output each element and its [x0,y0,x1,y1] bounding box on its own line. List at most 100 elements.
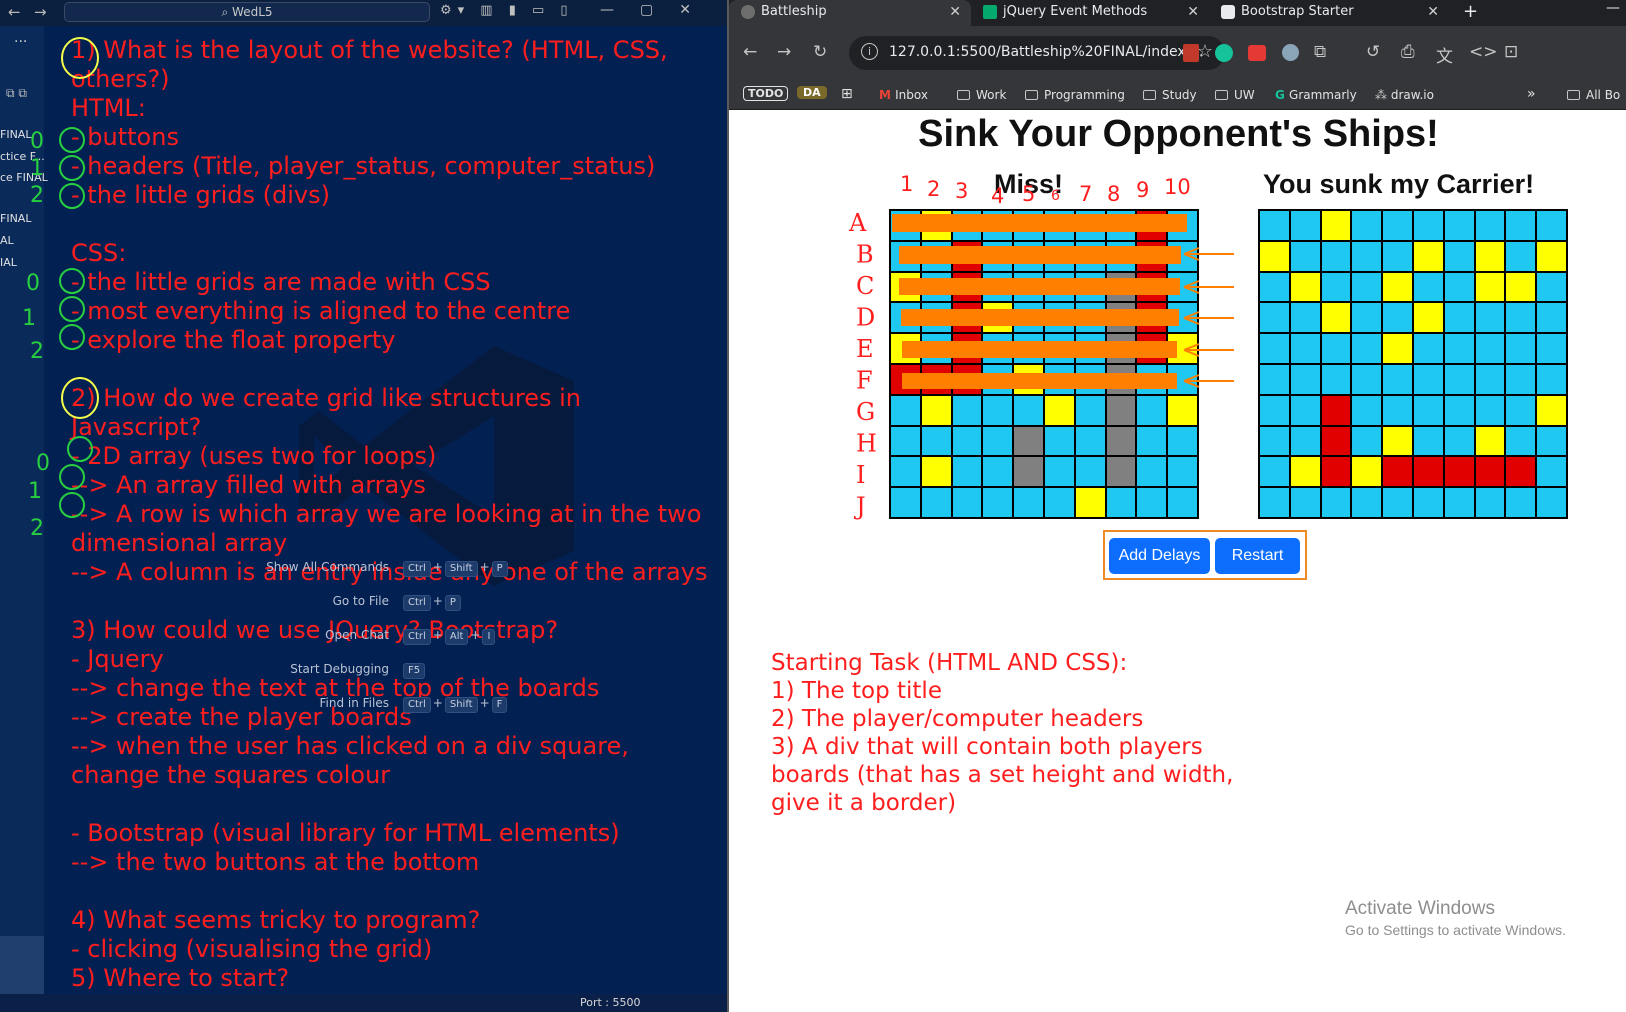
bookmark-star-icon[interactable]: ☆ [1197,41,1213,62]
handwritten-number: 2 [30,516,44,541]
row-letter-annotation: F [856,367,873,395]
column-number-annotation: 3 [955,179,968,203]
task-line: boards (that has a set height and width, [771,762,1234,788]
gmail-icon: M [879,88,896,102]
bookmark-programming[interactable]: Programming [1025,88,1125,102]
row-letter-annotation: J [853,493,866,521]
tab-strip: Battleship ✕ jQuery Event Methods ✕ Boot… [729,0,1626,26]
column-number-annotation: 8 [1107,182,1120,206]
bookmark-study[interactable]: Study [1143,88,1197,102]
extensions-puzzle-icon[interactable]: ⧉ [1314,42,1326,62]
row-letter-annotation: I [856,461,865,489]
reload-icon[interactable]: ↻ [813,42,827,62]
bookmark-work[interactable]: Work [957,88,1006,102]
column-number-annotation: 9 [1136,178,1149,202]
column-number-annotation: 6 [1051,188,1060,204]
row-letter-annotation: C [856,272,874,300]
add-delays-button[interactable]: Add Delays [1109,538,1210,574]
bookmark-todo[interactable]: TODO [743,86,789,101]
grammarly-icon: G [1275,88,1290,102]
more-bookmarks-icon[interactable]: » [1527,86,1536,102]
handwritten-number: 1 [30,156,44,181]
bookmark-label: Programming [1044,88,1125,102]
handwritten-markup: 0 1 2 0 1 2 0 1 2 [22,37,99,541]
url-text[interactable]: 127.0.0.1:5500/Battleship%20FINAL/index.… [889,44,1203,60]
bookmark-da[interactable]: DA [797,86,827,99]
site-info-icon[interactable]: i [861,43,878,60]
orange-highlights [892,214,1187,389]
zoom-icon[interactable]: ⊡ [1504,42,1518,62]
w3schools-icon [983,4,997,19]
extension-icon[interactable] [1248,45,1266,61]
tab-bootstrap-starter[interactable]: Bootstrap Starter ✕ [1209,0,1449,26]
handwritten-number: 0 [26,271,40,296]
apps-grid-icon[interactable]: ⊞ [841,86,853,102]
close-tab-icon[interactable]: ✕ [1427,0,1439,24]
bookmark-label: All Bo [1586,88,1621,102]
bookmarks-bar: TODO DA ⊞ M Inbox Work Programming Study… [729,82,1626,110]
column-number-annotation: 7 [1079,182,1092,206]
address-bar[interactable]: i 127.0.0.1:5500/Battleship%20FINAL/inde… [849,36,1225,70]
activate-subtitle: Go to Settings to activate Windows. [1345,922,1566,938]
activate-title: Activate Windows [1345,898,1495,919]
handwritten-number: 0 [36,451,50,476]
browser-toolbar: ← → ↻ i 127.0.0.1:5500/Battleship%20FINA… [729,26,1626,82]
task-line: Starting Task (HTML AND CSS): [771,650,1128,676]
row-letter-annotation: D [856,304,875,332]
browser-window: Battleship ✕ jQuery Event Methods ✕ Boot… [727,0,1626,1012]
tab-title: Battleship [761,4,827,19]
extension-icon[interactable] [1282,44,1299,61]
starting-task-notes: Starting Task (HTML AND CSS): 1) The top … [771,649,1233,817]
folder-icon [1025,90,1038,100]
bookmark-uw[interactable]: UW [1215,88,1255,102]
folder-icon [1143,90,1156,100]
new-tab-icon[interactable]: + [1463,0,1478,24]
editor-area[interactable]: 1) What is the layout of the website? (H… [22,26,727,1012]
devtools-icon[interactable]: <> [1469,42,1498,62]
bookmark-label: draw.io [1390,88,1434,102]
folder-icon [1567,90,1580,100]
print-icon[interactable]: ⎙ [1401,42,1415,62]
forward-icon[interactable]: → [777,42,791,62]
column-number-annotation: 4 [991,184,1004,208]
bookmark-drawio[interactable]: ⁂ draw.io [1375,88,1434,102]
row-letter-annotation: E [856,335,874,363]
translate-icon[interactable]: 文 [1436,42,1453,67]
row-letter-annotation: H [856,430,877,458]
minimize-icon[interactable]: — [1606,0,1620,16]
bookmark-all[interactable]: All Bo [1567,88,1620,102]
bookmark-label: UW [1234,88,1255,102]
history-icon[interactable]: ↺ [1366,42,1380,62]
restart-button[interactable]: Restart [1215,538,1300,574]
task-line: 2) The player/computer headers [771,706,1144,732]
status-bar: Port : 5500 [0,994,727,1012]
extension-red-icon[interactable] [1183,44,1199,62]
drawio-icon: ⁂ [1375,88,1391,102]
grammarly-icon[interactable] [1215,44,1233,62]
arrow-icons [1183,247,1234,388]
folder-icon [1215,90,1228,100]
bookmark-inbox[interactable]: M Inbox [879,88,928,102]
row-letter-annotation: A [848,209,867,237]
bookmark-grammarly[interactable]: G Grammarly [1275,88,1357,102]
live-server-port[interactable]: Port : 5500 [580,996,641,1009]
bookmark-label: Inbox [895,88,928,102]
tab-title: jQuery Event Methods [1003,4,1148,19]
folder-icon [957,90,970,100]
row-letter-annotation: G [856,398,875,426]
bookmark-label: Study [1162,88,1197,102]
close-tab-icon[interactable]: ✕ [1187,0,1199,24]
handwritten-number: 0 [30,129,44,154]
handwritten-number: 1 [28,479,42,504]
tab-title: Bootstrap Starter [1241,4,1354,19]
column-number-annotation: 2 [927,177,940,201]
tab-jquery-events[interactable]: jQuery Event Methods ✕ [971,0,1209,26]
globe-icon [741,4,755,19]
tab-battleship[interactable]: Battleship ✕ [729,0,971,26]
codepen-icon [1221,4,1235,19]
column-number-annotation: 5 [1022,182,1035,206]
bookmark-label: Grammarly [1289,88,1357,102]
close-tab-icon[interactable]: ✕ [949,0,961,24]
task-line: 3) A div that will contain both players [771,734,1203,760]
back-icon[interactable]: ← [743,42,757,62]
